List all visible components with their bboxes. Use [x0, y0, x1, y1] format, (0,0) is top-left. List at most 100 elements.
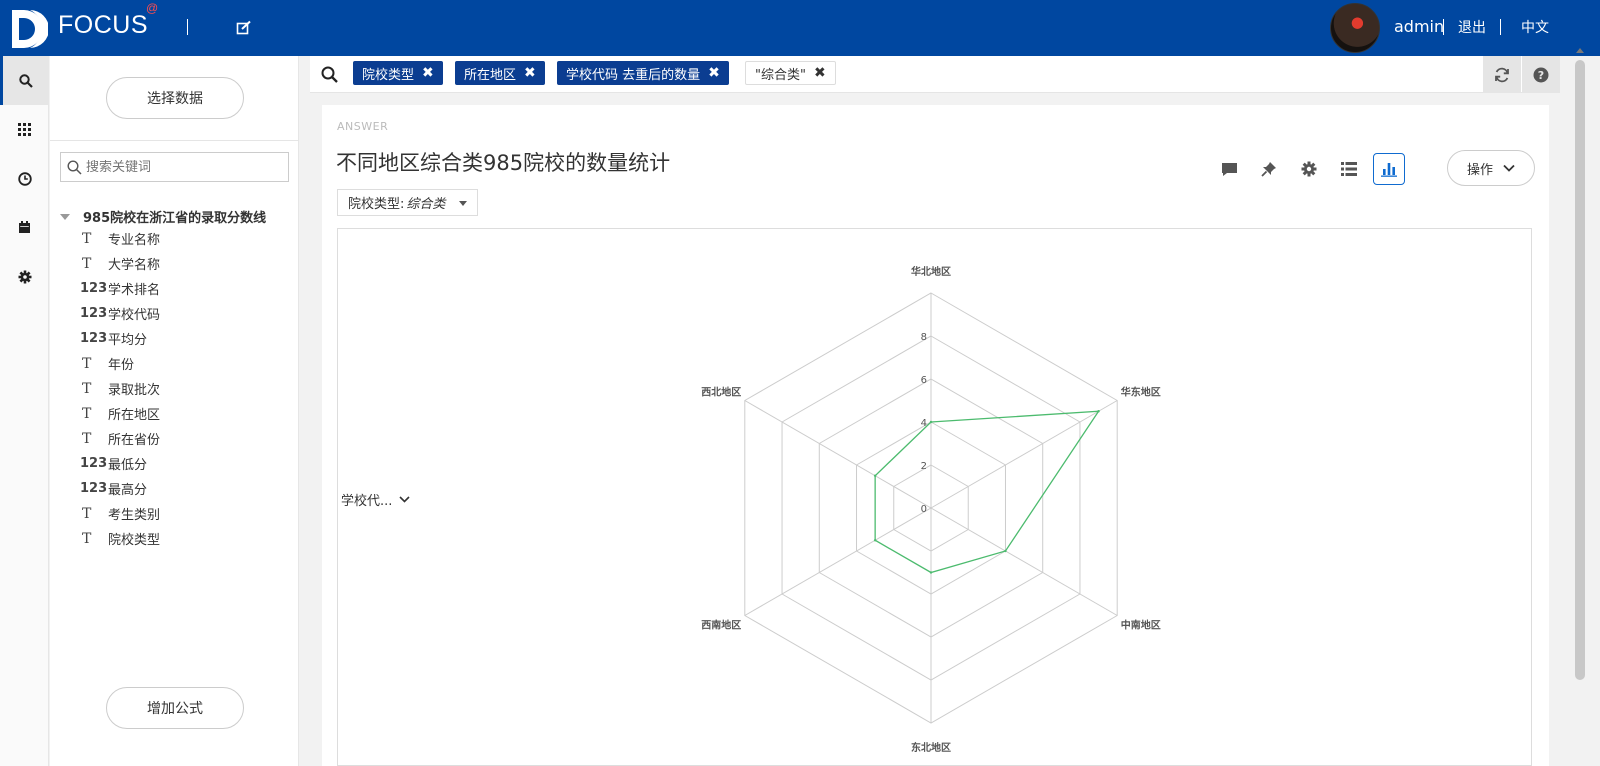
- calendar-icon: [19, 221, 30, 233]
- refresh-button[interactable]: [1483, 56, 1521, 93]
- filter-dropdown[interactable]: 院校类型: 综合类: [337, 189, 478, 216]
- keyword-search[interactable]: [60, 152, 289, 182]
- username[interactable]: admin: [1394, 17, 1444, 36]
- field-item[interactable]: T 录取批次: [80, 376, 160, 401]
- avatar[interactable]: [1330, 3, 1380, 53]
- field-name: 录取批次: [108, 383, 161, 398]
- collapse-caret-icon[interactable]: [60, 213, 70, 220]
- table-view-button[interactable]: [1333, 153, 1365, 185]
- focus-logo[interactable]: [10, 8, 48, 50]
- field-item[interactable]: T 年份: [80, 351, 160, 376]
- nav-history[interactable]: [0, 154, 49, 203]
- chart-area: 学校代... 0 2 4 6 8 华北地区 华东地区 中南地区 东北地区 西南地区 西北地区: [337, 228, 1532, 766]
- remove-tag-icon[interactable]: ✖: [814, 65, 826, 81]
- number-type-icon: 123: [80, 481, 108, 496]
- select-data-button[interactable]: 选择数据: [106, 77, 244, 119]
- field-item[interactable]: 123 最低分: [80, 451, 160, 476]
- radar-axis-line: [744, 400, 932, 509]
- radar-category-label: 西南地区: [701, 619, 741, 632]
- radar-category-label: 西北地区: [701, 386, 741, 399]
- field-name: 学校代码: [108, 308, 161, 323]
- help-icon: ?: [1533, 67, 1549, 82]
- caret-down-icon: [459, 201, 467, 206]
- text-type-icon: T: [82, 530, 92, 547]
- search-icon: [67, 159, 82, 175]
- field-name: 所在省份: [108, 433, 161, 448]
- search-bar[interactable]: 院校类型 ✖ 所在地区 ✖ 学校代码 去重后的数量 ✖ "综合类" ✖ ?: [310, 56, 1560, 93]
- text-type-icon: T: [82, 355, 92, 372]
- edit-icon[interactable]: [236, 20, 252, 36]
- field-name: 院校类型: [108, 533, 161, 548]
- chart-view-button[interactable]: [1373, 153, 1405, 185]
- top-divider: [1443, 19, 1444, 35]
- field-name: 专业名称: [108, 233, 161, 248]
- field-name: 最高分: [108, 483, 148, 498]
- settings-button[interactable]: [1293, 153, 1325, 185]
- search-tag[interactable]: 院校类型 ✖: [353, 61, 443, 85]
- comment-icon: [1221, 162, 1237, 176]
- svg-text:?: ?: [1538, 69, 1544, 82]
- field-name: 平均分: [108, 333, 148, 348]
- field-item[interactable]: T 所在省份: [80, 426, 160, 451]
- dataset-name: 985院校在浙江省的录取分数线: [83, 211, 267, 226]
- radar-category-label: 中南地区: [1121, 619, 1161, 632]
- search-icon: [19, 73, 33, 88]
- text-type-icon: T: [82, 505, 92, 522]
- dataset-title[interactable]: 985院校在浙江省的录取分数线: [60, 207, 266, 226]
- field-item[interactable]: 123 平均分: [80, 326, 160, 351]
- field-name: 所在地区: [108, 408, 161, 423]
- left-nav: [0, 56, 49, 766]
- bar-chart-icon: [1381, 163, 1397, 177]
- field-item[interactable]: T 专业名称: [80, 226, 160, 251]
- text-type-icon: T: [82, 430, 92, 447]
- scrollbar-thumb[interactable]: [1575, 60, 1585, 680]
- logout-link[interactable]: 退出: [1458, 17, 1486, 37]
- gear-icon: [18, 270, 31, 283]
- field-item[interactable]: T 考生类别: [80, 501, 160, 526]
- pin-button[interactable]: [1253, 153, 1285, 185]
- chevron-down-icon: [1503, 164, 1515, 172]
- field-item[interactable]: 123 学校代码: [80, 301, 160, 326]
- answer-label: ANSWER: [337, 120, 389, 133]
- nav-search[interactable]: [0, 56, 49, 105]
- search-tag[interactable]: "综合类" ✖: [745, 61, 836, 85]
- settings-icon: [1301, 161, 1317, 177]
- search-icon[interactable]: [321, 66, 338, 83]
- help-button[interactable]: ?: [1522, 56, 1560, 93]
- operations-button[interactable]: 操作: [1447, 150, 1535, 186]
- field-item[interactable]: T 院校类型: [80, 526, 160, 551]
- field-item[interactable]: T 大学名称: [80, 251, 160, 276]
- comment-button[interactable]: [1213, 153, 1245, 185]
- radar-category-label: 华北地区: [911, 265, 951, 278]
- nav-apps[interactable]: [0, 105, 49, 154]
- radar-data-point: [873, 539, 877, 542]
- remove-tag-icon[interactable]: ✖: [524, 65, 536, 81]
- remove-tag-icon[interactable]: ✖: [422, 65, 434, 81]
- field-item[interactable]: 123 学术排名: [80, 276, 160, 301]
- field-item[interactable]: 123 最高分: [80, 476, 160, 501]
- text-type-icon: T: [82, 405, 92, 422]
- field-item[interactable]: T 所在地区: [80, 401, 160, 426]
- divider: [50, 140, 299, 141]
- field-name: 大学名称: [108, 258, 161, 273]
- radar-category-label: 东北地区: [911, 741, 951, 754]
- field-name: 学术排名: [108, 283, 161, 298]
- search-tag[interactable]: 所在地区 ✖: [455, 61, 545, 85]
- radar-tick-label: 2: [921, 461, 927, 472]
- radar-data-point: [1004, 549, 1007, 553]
- nav-settings[interactable]: [0, 252, 49, 301]
- remove-tag-icon[interactable]: ✖: [708, 65, 720, 81]
- radar-data-point: [1097, 410, 1100, 413]
- radar-chart: 02468华北地区华东地区中南地区东北地区西南地区西北地区: [701, 265, 1161, 754]
- keyword-search-input[interactable]: [86, 159, 276, 175]
- top-bar: FOCUS@ admin 退出 中文: [0, 0, 1600, 56]
- field-list: T 专业名称 T 大学名称 123 学术排名 123 学校代码 123 平均分 T 年份 T 录取批次 T 所…: [80, 226, 160, 551]
- radar-data-point: [929, 420, 933, 424]
- radar-data-point: [929, 571, 933, 574]
- scroll-up-icon[interactable]: [1576, 48, 1584, 53]
- add-formula-button[interactable]: 增加公式: [106, 687, 244, 729]
- nav-calendar[interactable]: [0, 203, 49, 252]
- radar-axis-line: [744, 507, 932, 616]
- language-link[interactable]: 中文: [1521, 17, 1549, 37]
- search-tag[interactable]: 学校代码 去重后的数量 ✖: [557, 61, 729, 85]
